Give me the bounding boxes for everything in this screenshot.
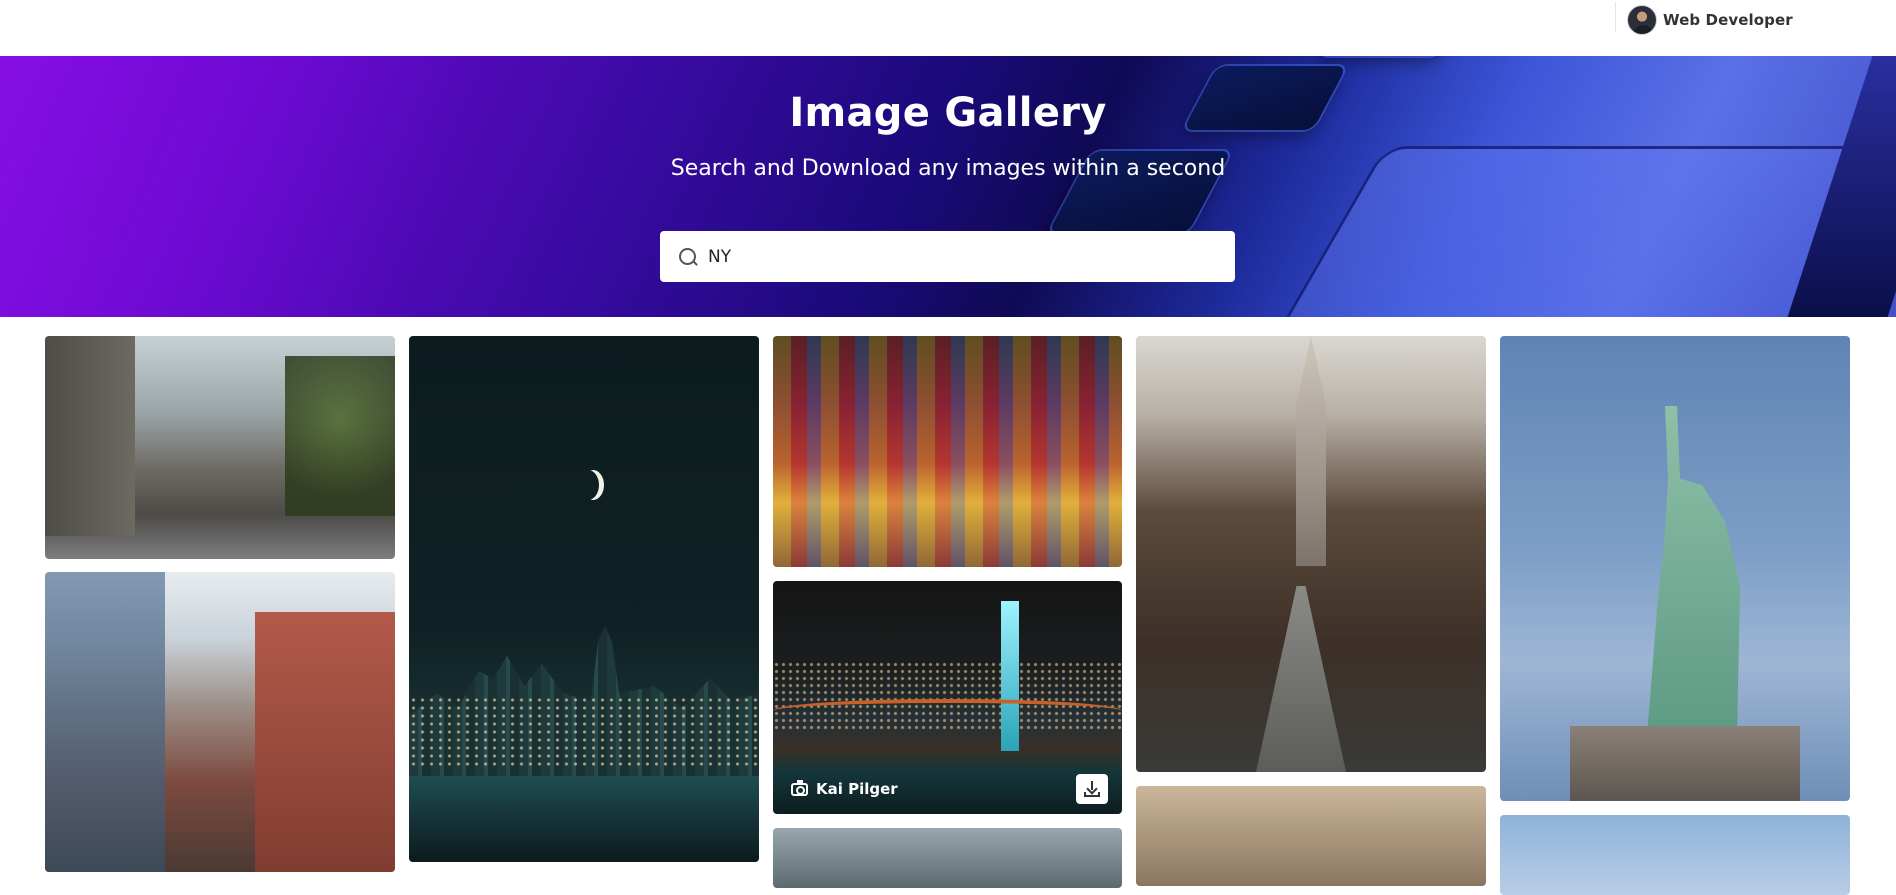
moon-crescent [577,470,599,500]
top-bar-divider [1615,2,1616,32]
user-menu[interactable]: Web Developer [1627,4,1793,36]
download-button[interactable] [1076,774,1108,804]
gallery-image-sky[interactable] [1500,815,1850,895]
search-input[interactable] [708,246,1208,267]
gallery-image-ny-avenue-buildings[interactable] [45,572,395,872]
statue-pedestal [1570,726,1800,801]
search-bar[interactable] [660,231,1235,282]
page-subtitle: Search and Download any images within a … [670,156,1226,181]
gallery-image-statue-of-liberty[interactable] [1500,336,1850,801]
user-name[interactable]: Web Developer [1663,11,1793,29]
bridge-arc [773,699,1122,739]
image-hover-overlay: Kai Pilger [773,764,1122,814]
gallery-image-ny-facades[interactable] [1136,786,1486,886]
gallery-image-ny-street-crosswalk[interactable] [45,336,395,559]
gallery-image-ny-night-skyline[interactable] [409,336,759,862]
hero-banner: Image Gallery Search and Download any im… [0,56,1896,317]
city-lights [409,696,759,766]
download-tray [1084,792,1100,797]
gallery-image-street-lamp[interactable] [773,828,1122,888]
statue-figure [1647,406,1740,736]
gallery-image-chrysler-avenue[interactable] [1136,336,1486,772]
user-avatar[interactable] [1627,5,1657,35]
camera-icon [791,779,808,796]
top-bar: Web Developer [0,0,1896,56]
gallery-image-times-square[interactable] [773,336,1122,567]
page-title: Image Gallery [789,90,1107,136]
search-icon [678,247,698,267]
photographer-name[interactable]: Kai Pilger [816,780,898,798]
photographer-credit[interactable]: Kai Pilger [791,779,898,798]
gallery-image-brooklyn-bridge-night[interactable]: Kai Pilger [773,581,1122,814]
river-water [409,776,759,862]
